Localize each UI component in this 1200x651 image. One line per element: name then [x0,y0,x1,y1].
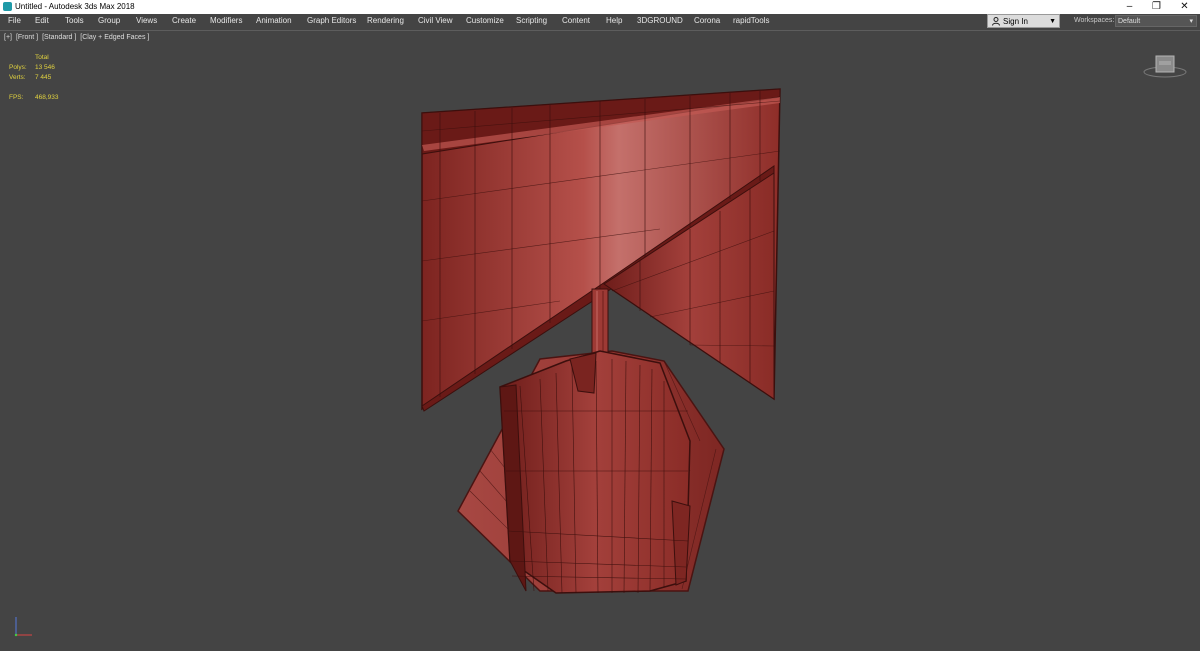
menu-3dground[interactable]: 3DGROUND [637,14,683,29]
menu-file[interactable]: File [8,14,21,29]
title-bar: Untitled - Autodesk 3ds Max 2018 – ❐ ✕ [0,0,1200,14]
menu-corona[interactable]: Corona [694,14,720,29]
menu-create[interactable]: Create [172,14,196,29]
window-title: Untitled - Autodesk 3ds Max 2018 [15,2,135,11]
menu-rapidtools[interactable]: rapidTools [733,14,769,29]
menu-civil-view[interactable]: Civil View [418,14,453,29]
workspaces-value: Default [1118,18,1141,25]
chevron-down-icon: ▾ [1189,18,1193,25]
sign-in-label: Sign In [1003,17,1028,26]
menu-customize[interactable]: Customize [466,14,504,29]
menu-help[interactable]: Help [606,14,622,29]
sign-in-dropdown[interactable]: Sign In ▼ [987,14,1060,28]
user-icon [992,17,1000,26]
close-button[interactable]: ✕ [1171,0,1198,14]
workspaces-label: Workspaces: [1074,17,1115,24]
menu-group[interactable]: Group [98,14,120,29]
chevron-down-icon: ▼ [1049,18,1056,25]
menu-graph-editors[interactable]: Graph Editors [307,14,356,29]
minimize-button[interactable]: – [1116,0,1143,14]
workspaces-select[interactable]: Default ▾ [1115,15,1197,27]
restore-button[interactable]: ❐ [1143,0,1170,14]
app-icon [3,2,12,11]
base-front-block [499,350,691,594]
menu-modifiers[interactable]: Modifiers [210,14,242,29]
menu-views[interactable]: Views [136,14,157,29]
menu-scripting[interactable]: Scripting [516,14,547,29]
model-scene[interactable] [0,31,1200,651]
viewport[interactable]: [+] [Front ] [Standard ] [Clay + Edged F… [0,30,1200,650]
axis-tripod-icon [14,617,32,637]
menu-tools[interactable]: Tools [65,14,84,29]
menu-bar: File Edit Tools Group Views Create Modif… [0,14,1200,29]
menu-content[interactable]: Content [562,14,590,29]
menu-edit[interactable]: Edit [35,14,49,29]
menu-rendering[interactable]: Rendering [367,14,404,29]
menu-animation[interactable]: Animation [256,14,292,29]
